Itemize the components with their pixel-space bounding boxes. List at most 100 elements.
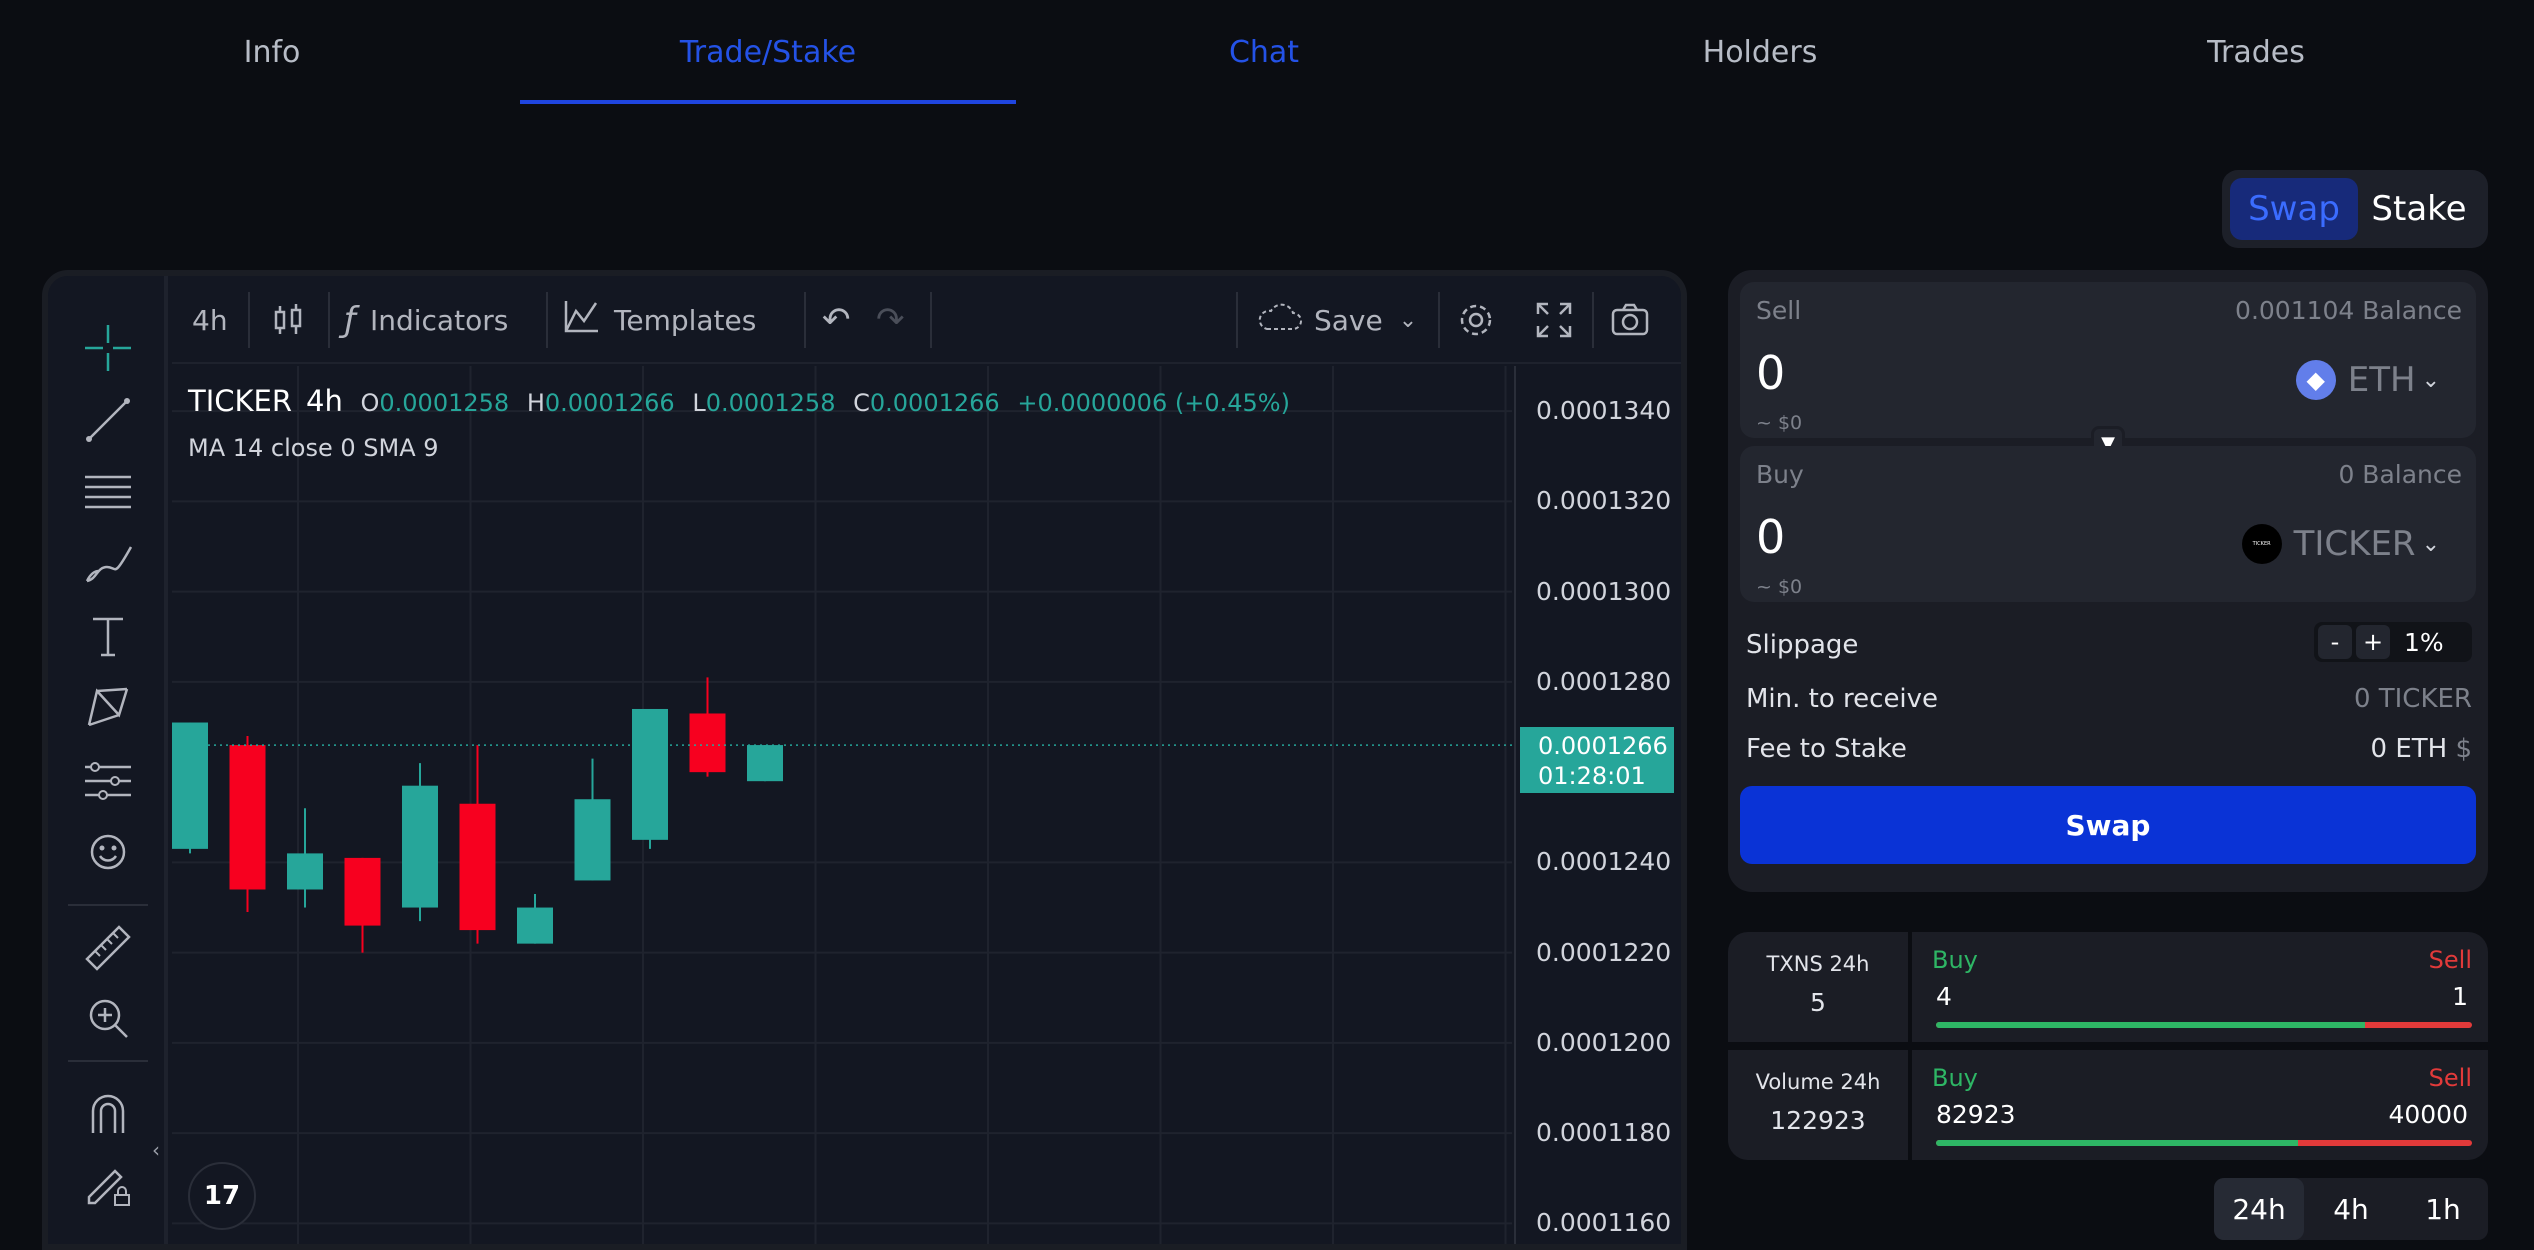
chart-panel: ‹ 4h ƒ Indicators Templates ↶ ↷ Save ⌄ T… <box>42 270 1687 1250</box>
fee-row: Fee to Stake 0 ETH $ <box>1746 734 2472 764</box>
fib-retracement-icon[interactable] <box>76 460 140 524</box>
sell-balance[interactable]: 0.001104 Balance <box>2235 296 2462 325</box>
tradingview-logo[interactable]: 17 <box>188 1162 256 1230</box>
legend-open-label: O <box>360 389 380 417</box>
chevron-down-icon: ⌄ <box>2421 531 2440 557</box>
timeframe-1h[interactable]: 1h <box>2398 1178 2488 1240</box>
chart-plot-area[interactable] <box>172 366 1512 1244</box>
tab-chat[interactable]: Chat <box>1016 0 1512 104</box>
txns-sell-count: 1 <box>2452 982 2468 1011</box>
swap-card: Sell 0.001104 Balance 0 ~ $0 ◆ ETH ⌄ ▼ B… <box>1728 270 2488 892</box>
trendline-icon[interactable] <box>76 388 140 452</box>
fee-unit[interactable]: $ <box>2455 734 2472 764</box>
txns-breakdown: Buy Sell 4 1 <box>1916 932 2488 1042</box>
slippage-value: 1% <box>2404 627 2444 657</box>
price-tick-label: 0.0001300 <box>1536 576 1672 606</box>
ruler-icon[interactable] <box>76 916 140 980</box>
slippage-increase-button[interactable]: + <box>2356 625 2390 659</box>
toolbar-divider <box>1592 292 1594 348</box>
indicators-button[interactable]: ƒ Indicators <box>344 276 508 364</box>
candle-body <box>632 708 668 840</box>
volume-buy-label: Buy <box>1932 1064 1978 1092</box>
templates-label: Templates <box>614 303 757 337</box>
buy-token-symbol: TICKER <box>2293 524 2416 564</box>
txns-summary: TXNS 24h 5 <box>1728 932 1912 1042</box>
tab-holders[interactable]: Holders <box>1512 0 2008 104</box>
sell-token-select[interactable]: ◆ ETH ⌄ <box>2295 360 2440 400</box>
timeframe-24h[interactable]: 24h <box>2214 1178 2304 1240</box>
chart-top-toolbar: 4h ƒ Indicators Templates ↶ ↷ Save ⌄ <box>172 276 1681 364</box>
toolbar-divider <box>1438 292 1440 348</box>
sell-box: Sell 0.001104 Balance 0 ~ $0 ◆ ETH ⌄ <box>1740 282 2476 438</box>
tab-trades[interactable]: Trades <box>2008 0 2504 104</box>
magnet-icon[interactable] <box>76 1082 140 1146</box>
price-axis[interactable]: 0.0001340 0.0001320 0.0001300 0.0001280 0.00… <box>1514 366 1679 1244</box>
slippage-label: Slippage <box>1746 630 1859 660</box>
min-receive-label: Min. to receive <box>1746 684 1939 714</box>
interval-button[interactable]: 4h <box>192 276 228 364</box>
candle-body <box>402 785 438 908</box>
price-tick-label: 0.0001180 <box>1536 1118 1672 1148</box>
timeframe-4h[interactable]: 4h <box>2306 1178 2396 1240</box>
candles-icon[interactable] <box>268 276 308 364</box>
buy-token-select[interactable]: TICKER TICKER ⌄ <box>2241 524 2440 564</box>
sell-amount-input[interactable]: 0 <box>1756 346 1785 400</box>
price-tick-label: 0.0001160 <box>1536 1208 1672 1238</box>
pattern-icon[interactable] <box>76 676 140 740</box>
candle-body <box>747 745 783 782</box>
txns-ratio-bar <box>1936 1022 2472 1028</box>
undo-icon[interactable]: ↶ <box>822 276 851 364</box>
volume-ratio-bar <box>1936 1140 2472 1146</box>
emoji-icon[interactable] <box>76 820 140 884</box>
save-button[interactable]: Save ⌄ <box>1254 276 1417 364</box>
save-label: Save <box>1314 303 1383 337</box>
sell-usd-value: ~ $0 <box>1756 412 1803 434</box>
lock-drawings-icon[interactable] <box>76 1152 140 1216</box>
swap-toggle-button[interactable]: Swap <box>2230 178 2358 240</box>
volume-breakdown: Buy Sell 82923 40000 <box>1916 1050 2488 1160</box>
volume-buy-fill <box>1936 1140 2298 1146</box>
crosshair-icon[interactable] <box>76 316 140 380</box>
templates-button[interactable]: Templates <box>562 276 756 364</box>
collapse-toolbar-icon[interactable]: ‹ <box>152 1138 168 1162</box>
brush-icon[interactable] <box>76 532 140 596</box>
price-tick-label: 0.0001240 <box>1536 847 1672 877</box>
toolbar-divider <box>930 292 932 348</box>
tab-info[interactable]: Info <box>24 0 520 104</box>
legend-high-label: H <box>526 389 545 417</box>
candle-body <box>229 745 266 890</box>
txns-buy-label: Buy <box>1932 946 1978 974</box>
ticker-token-icon: TICKER <box>2241 524 2282 564</box>
stats-divider <box>1728 1042 2488 1050</box>
legend-indicator[interactable]: MA 14 close 0 SMA 9 <box>188 434 439 462</box>
swap-button[interactable]: Swap <box>1740 786 2476 864</box>
legend-low-label: L <box>692 389 706 417</box>
candle-body <box>459 803 496 931</box>
cloud-icon <box>1254 297 1304 344</box>
candlestick-chart <box>172 366 1512 1244</box>
buy-amount-input[interactable]: 0 <box>1756 510 1785 564</box>
fullscreen-icon[interactable] <box>1534 276 1574 364</box>
prediction-icon[interactable] <box>76 748 140 812</box>
volume-sell-amount: 40000 <box>2388 1100 2468 1129</box>
candle-body <box>689 713 726 773</box>
camera-icon[interactable] <box>1610 276 1650 364</box>
toolbar-divider <box>328 292 330 348</box>
sell-label: Sell <box>1756 296 1802 325</box>
zoom-in-icon[interactable] <box>76 986 140 1050</box>
toolbar-divider <box>804 292 806 348</box>
legend-change: +0.0000006 (+0.45%) <box>1017 389 1290 417</box>
buy-label: Buy <box>1756 460 1804 489</box>
chart-legend: TICKER 4h O0.0001258 H0.0001266 L0.000125… <box>188 384 1290 418</box>
volume-title: Volume 24h <box>1755 1070 1881 1094</box>
buy-usd-value: ~ $0 <box>1756 576 1803 598</box>
stake-toggle-button[interactable]: Stake <box>2358 178 2480 240</box>
tab-trade-stake[interactable]: Trade/Stake <box>520 0 1016 104</box>
settings-gear-icon[interactable] <box>1456 276 1496 364</box>
volume-buy-amount: 82923 <box>1936 1100 2016 1129</box>
redo-icon[interactable]: ↷ <box>876 276 905 364</box>
text-icon[interactable] <box>76 604 140 668</box>
slippage-decrease-button[interactable]: - <box>2318 625 2352 659</box>
candle-body <box>172 722 208 849</box>
templates-icon <box>562 297 602 344</box>
